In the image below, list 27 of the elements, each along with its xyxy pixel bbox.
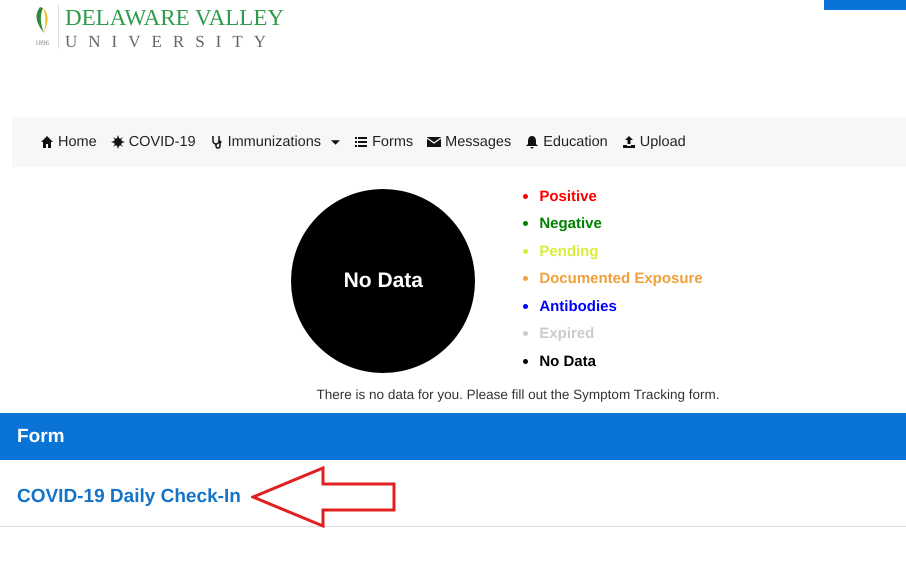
form-link[interactable]: COVID-19 Daily Check-In <box>17 486 241 508</box>
nav-link[interactable]: Education <box>525 134 608 150</box>
gear-icon <box>110 135 125 149</box>
bell-icon <box>525 135 540 149</box>
envelope-icon <box>427 135 442 149</box>
legend-label: No Data <box>539 352 596 370</box>
stethoscope-icon <box>210 135 224 149</box>
legend-label: Positive <box>539 188 597 205</box>
university-name: DELAWARE VALLEY <box>65 5 284 31</box>
legend-label: Antibodies <box>539 298 617 315</box>
arrow-icon <box>250 466 397 528</box>
nav-link[interactable]: Immunizations <box>210 134 340 150</box>
panel-header: Form <box>0 413 906 460</box>
nav-link[interactable]: Forms <box>354 134 414 150</box>
list-icon <box>354 135 368 149</box>
legend-label: Negative <box>539 215 602 232</box>
chart-label: No Data <box>344 269 423 293</box>
upload-icon <box>622 135 636 149</box>
legend-label: Documented Exposure <box>539 270 703 288</box>
legend-label: Pending <box>539 242 598 260</box>
university-subtitle: UNIVERSITY <box>65 31 278 53</box>
nav-link[interactable]: Home <box>40 134 97 150</box>
nav-link[interactable]: Upload <box>622 134 686 150</box>
home-icon <box>40 135 54 149</box>
nav-link[interactable]: COVID-19 <box>110 134 196 150</box>
nav-link[interactable]: Messages <box>427 134 512 150</box>
info-message: There is no data for you. Please fill out the Symptom Tracking form. <box>316 386 720 404</box>
